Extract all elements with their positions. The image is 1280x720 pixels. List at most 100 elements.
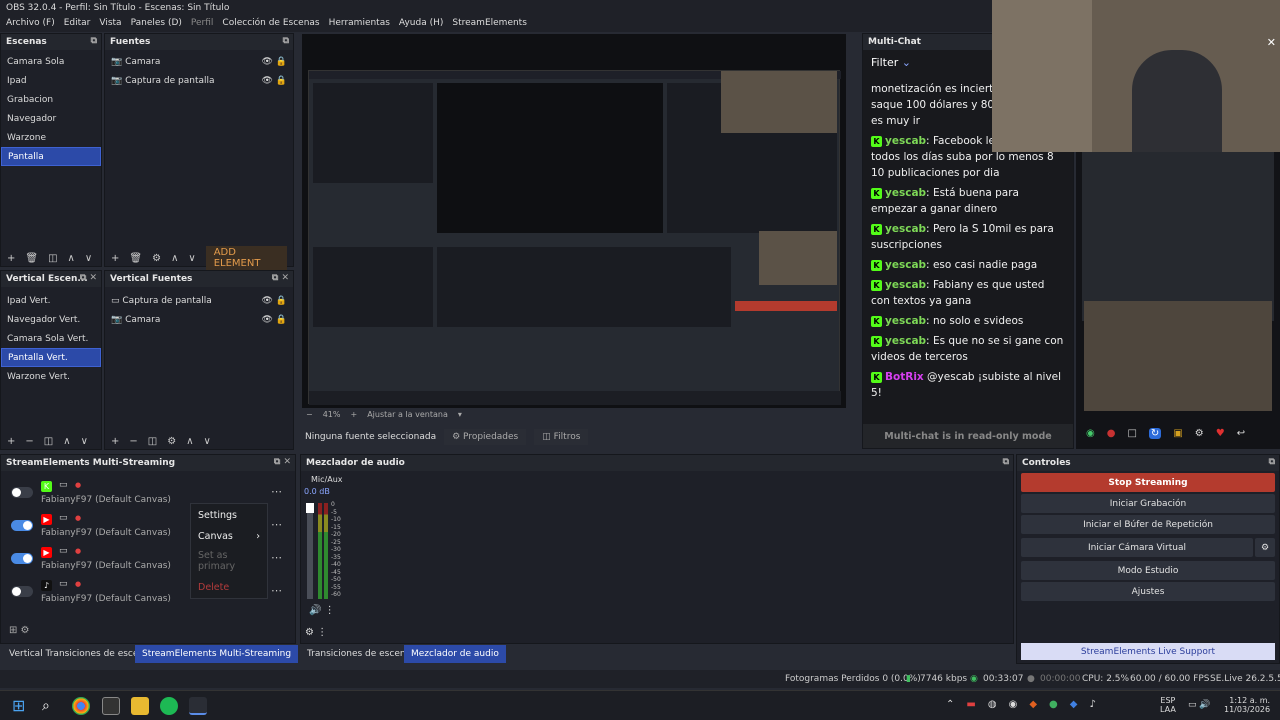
square-icon[interactable]: □: [1127, 428, 1136, 439]
store-icon[interactable]: [102, 697, 120, 715]
close-icon[interactable]: ⧉ ✕: [272, 273, 289, 283]
add-icon[interactable]: +: [111, 436, 119, 447]
volume-slider[interactable]: [306, 503, 314, 599]
add-icon[interactable]: +: [7, 436, 15, 447]
chevron-down-icon[interactable]: ▾: [458, 410, 462, 420]
trash-icon[interactable]: 🗑: [25, 253, 38, 264]
menu-editar[interactable]: Editar: [64, 18, 91, 30]
undock-icon[interactable]: ⧉: [1269, 457, 1275, 467]
source-item[interactable]: 📷 Camara 👁 🔒: [105, 52, 293, 71]
volume-icon[interactable]: ▭ 🔊: [1188, 700, 1211, 710]
more-icon[interactable]: ⋯: [271, 518, 282, 531]
chrome-icon[interactable]: [72, 697, 90, 715]
arrow-icon[interactable]: ↩: [1237, 428, 1245, 439]
close-icon[interactable]: ⧉ ✕: [274, 457, 291, 467]
scene-item[interactable]: Ipad: [1, 71, 101, 90]
gear-icon[interactable]: ⚙: [152, 253, 161, 264]
tab-transitions[interactable]: Transiciones de escena: [300, 645, 418, 663]
vscene-item[interactable]: Warzone Vert.: [1, 367, 101, 386]
vsource-item[interactable]: 📷 Camara 👁 🔒: [105, 310, 293, 329]
gear-icon[interactable]: ⚙: [1255, 538, 1275, 557]
add-icon[interactable]: +: [7, 253, 15, 264]
down-icon[interactable]: ∨: [85, 253, 92, 264]
preview-canvas[interactable]: [302, 34, 846, 408]
add-icon[interactable]: +: [111, 253, 119, 264]
tray-app-icon[interactable]: ●: [1049, 699, 1058, 710]
obs-icon[interactable]: [189, 697, 207, 715]
scene-item[interactable]: Warzone: [1, 128, 101, 147]
stream-toggle[interactable]: [11, 553, 33, 564]
zoom-in-button[interactable]: +: [350, 410, 357, 420]
vscene-item-selected[interactable]: Pantalla Vert.: [1, 348, 101, 367]
more-icon[interactable]: ⋯: [271, 551, 282, 564]
menu-coleccion[interactable]: Colección de Escenas: [222, 18, 319, 30]
scene-item-selected[interactable]: Pantalla: [1, 147, 101, 166]
down-icon[interactable]: ∨: [81, 436, 88, 447]
stream-toggle[interactable]: [11, 487, 33, 498]
folder-icon[interactable]: ▣: [1173, 428, 1182, 439]
eye-icon[interactable]: 👁 🔒: [261, 315, 287, 325]
mic-icon[interactable]: ♪: [1089, 699, 1095, 710]
menu-herramientas[interactable]: Herramientas: [329, 18, 390, 30]
up-icon[interactable]: ∧: [186, 436, 193, 447]
filter-icon[interactable]: ◫: [44, 436, 53, 447]
scene-item[interactable]: Camara Sola: [1, 52, 101, 71]
mic-icon[interactable]: ◉: [1086, 428, 1095, 439]
mixer-settings-icon[interactable]: ⚙ ⋮: [305, 627, 327, 638]
more-icon[interactable]: ⋯: [271, 485, 282, 498]
undock-icon[interactable]: ⧉: [1003, 457, 1009, 467]
heart-icon[interactable]: ♥: [1216, 428, 1225, 439]
add-icon[interactable]: ⊞ ⚙: [9, 625, 30, 636]
menu-paneles[interactable]: Paneles (D): [131, 18, 182, 30]
studio-mode-button[interactable]: Modo Estudio: [1021, 561, 1275, 580]
tab-audio-mixer[interactable]: Mezclador de audio: [404, 645, 506, 663]
menu-archivo[interactable]: Archivo (F): [6, 18, 55, 30]
menu-delete[interactable]: Delete: [191, 576, 267, 599]
zoom-out-button[interactable]: −: [306, 410, 313, 420]
eye-icon[interactable]: 👁 🔒: [261, 76, 287, 86]
up-icon[interactable]: ∧: [171, 253, 178, 264]
live-support-button[interactable]: StreamElements Live Support: [1021, 643, 1275, 660]
menu-ayuda[interactable]: Ayuda (H): [399, 18, 443, 30]
tray-app-icon[interactable]: ◉: [1009, 699, 1018, 710]
zoom-fit[interactable]: Ajustar a la ventana: [367, 410, 448, 420]
remove-icon[interactable]: −: [25, 436, 33, 447]
scene-item[interactable]: Navegador: [1, 109, 101, 128]
vsource-item[interactable]: ▭ Captura de pantalla 👁 🔒: [105, 291, 293, 310]
tray-app-icon[interactable]: ▬: [966, 699, 975, 710]
add-element-button[interactable]: ADD ELEMENT: [205, 246, 287, 270]
tab-se-multistreaming[interactable]: StreamElements Multi-Streaming: [135, 645, 299, 663]
volume-handle[interactable]: [306, 503, 314, 513]
language-indicator[interactable]: ESP LAA: [1160, 696, 1176, 714]
properties-button[interactable]: ⚙ Propiedades: [444, 429, 527, 445]
filter-icon[interactable]: ◫: [148, 436, 157, 447]
undock-icon[interactable]: ⧉: [91, 36, 97, 46]
chevron-up-icon[interactable]: ⌃: [946, 699, 954, 710]
folder-icon[interactable]: [131, 697, 149, 715]
clock[interactable]: 1:12 a. m. 11/03/2026: [1224, 696, 1270, 714]
up-icon[interactable]: ∧: [63, 436, 70, 447]
filters-button[interactable]: ◫ Filtros: [534, 429, 589, 445]
eye-icon[interactable]: 👁 🔒: [261, 57, 287, 67]
replay-buffer-button[interactable]: Iniciar el Búfer de Repetición: [1021, 515, 1275, 534]
menu-perfil[interactable]: Perfil: [191, 18, 214, 30]
remove-icon[interactable]: −: [129, 436, 137, 447]
source-item[interactable]: 📷 Captura de pantalla 👁 🔒: [105, 71, 293, 90]
settings-button[interactable]: Ajustes: [1021, 582, 1275, 601]
stream-toggle[interactable]: [11, 586, 33, 597]
spotify-icon[interactable]: [160, 697, 178, 715]
trash-icon[interactable]: 🗑: [129, 253, 142, 264]
vscene-item[interactable]: Navegador Vert.: [1, 310, 101, 329]
scene-item[interactable]: Grabacion: [1, 90, 101, 109]
menu-streamelements[interactable]: StreamElements: [452, 18, 527, 30]
gear-icon[interactable]: ⚙: [1195, 428, 1204, 439]
close-icon[interactable]: ⧉ ✕: [80, 273, 97, 283]
search-icon[interactable]: ⌕: [42, 697, 60, 715]
tray-app-icon[interactable]: ◆: [1070, 699, 1078, 710]
stop-streaming-button[interactable]: Stop Streaming: [1021, 473, 1275, 492]
tab-vertical-transitions[interactable]: Vertical Transiciones de escena: [2, 645, 157, 663]
windows-start-icon[interactable]: ⊞: [12, 697, 30, 715]
down-icon[interactable]: ∨: [204, 436, 211, 447]
gear-icon[interactable]: ⚙: [167, 436, 176, 447]
menu-canvas[interactable]: Canvas ›: [191, 527, 267, 546]
